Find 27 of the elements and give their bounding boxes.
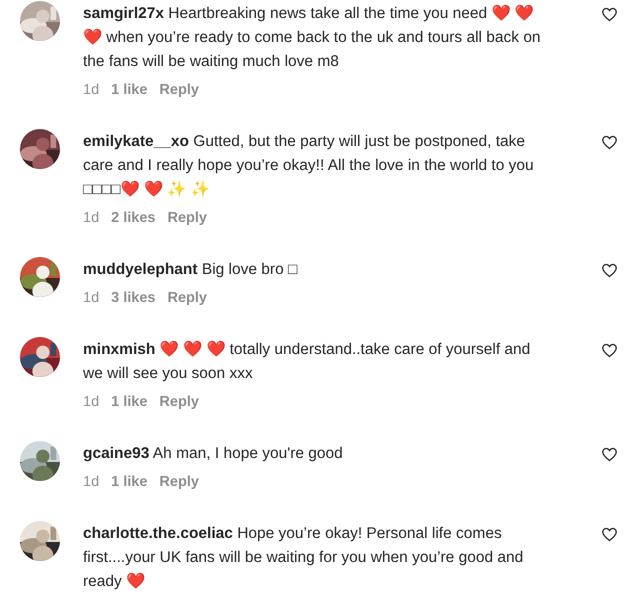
comment-text: gcaine93 Ah man, I hope you're good: [83, 444, 344, 464]
comment-text: minxmish ❤ ❤ ❤ totally understand..take care of yourself and we will see you soon xxx: [83, 340, 532, 384]
likes-link[interactable]: 3 likes: [111, 286, 156, 310]
likes-link[interactable]: 1 like: [111, 470, 148, 494]
reply-button[interactable]: Reply: [159, 78, 199, 102]
comment-text: emilykate__xo Gutted, but the party will just be postponed, take care and I really hope you’re okay!! All the love in the world to you □□□□❤ ❤ ✨ ✨: [83, 132, 535, 200]
comment-time: 1d: [83, 81, 100, 100]
likes-link[interactable]: 2 likes: [111, 206, 156, 230]
comment-time: 1d: [83, 289, 100, 308]
comment-time: 1d: [83, 209, 100, 228]
reply-button[interactable]: Reply: [159, 470, 199, 494]
reply-button[interactable]: Reply: [159, 390, 199, 414]
heart-icon[interactable]: [601, 446, 618, 463]
comment-text: samgirl27x Heartbreaking news take all the time you need ❤ ❤ ❤ when you’re ready to come back to the uk and tours all back on the fans will be waiting much love m8: [83, 4, 542, 72]
likes-link[interactable]: 1 like: [111, 78, 148, 102]
comment-text: muddyelephant Big love bro □: [83, 260, 298, 280]
reply-button[interactable]: Reply: [167, 286, 207, 310]
heart-icon[interactable]: [601, 526, 618, 543]
heart-icon[interactable]: [601, 6, 618, 23]
heart-icon[interactable]: [601, 342, 618, 359]
comment-time: 1d: [83, 473, 100, 492]
likes-link[interactable]: 1 like: [111, 390, 148, 414]
heart-icon[interactable]: [601, 262, 618, 279]
reply-button[interactable]: Reply: [167, 206, 207, 230]
comment-text: charlotte.the.coeliac Hope you’re okay! Personal life comes first....your UK fans will be waiting for you when you’re good and ready ❤: [83, 524, 524, 592]
heart-icon[interactable]: [601, 134, 618, 151]
comment-time: 1d: [83, 393, 100, 412]
